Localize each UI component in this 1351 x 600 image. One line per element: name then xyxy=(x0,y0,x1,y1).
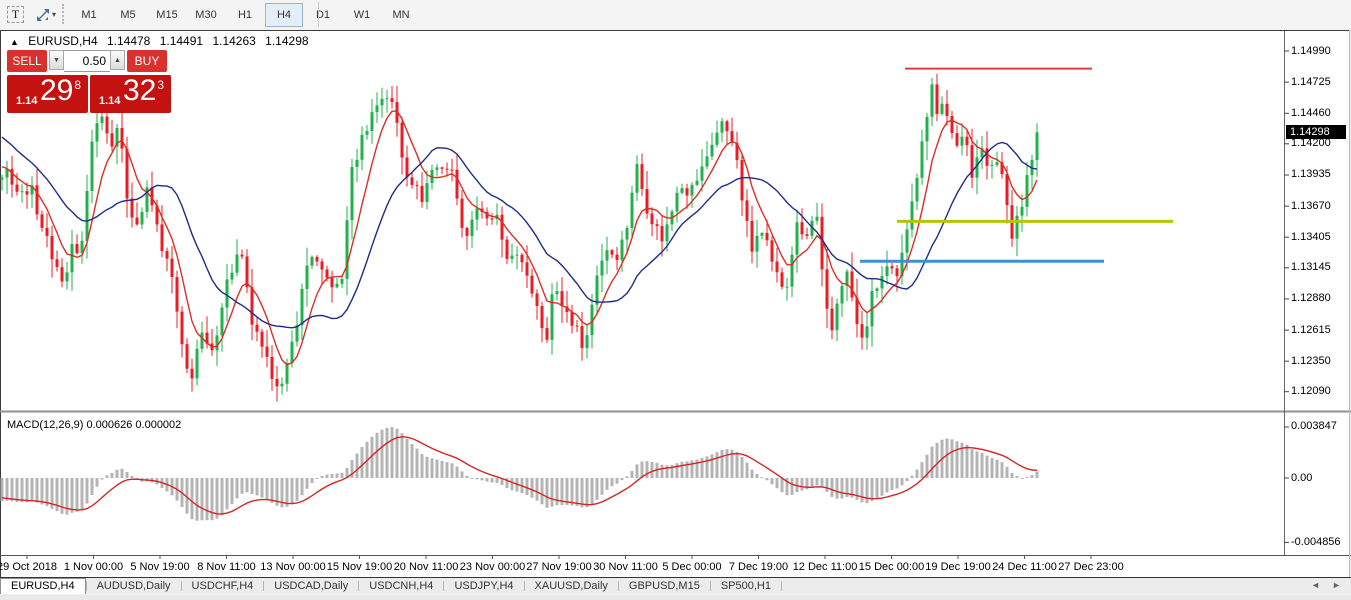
date-axis-label: 27 Dec 23:00 xyxy=(1058,561,1123,573)
chart-shift-tool-button[interactable]: ▾ xyxy=(31,4,61,25)
price-axis-label: 1.14725 xyxy=(1291,76,1331,88)
mt5-window: { "toolbar": { "text_tool_glyph": "T", "… xyxy=(0,0,1351,600)
dropdown-caret-icon: ▾ xyxy=(52,10,56,19)
date-axis-label: 5 Nov 19:00 xyxy=(130,561,189,573)
price-axis-label: 1.12615 xyxy=(1291,324,1331,336)
macd-axis-label: 0.003847 xyxy=(1291,420,1337,432)
bid-price-sup: 8 xyxy=(74,78,81,92)
volume-input[interactable] xyxy=(64,50,110,72)
current-price-tag: 1.14298 xyxy=(1286,125,1346,139)
bid-price-big: 29 xyxy=(40,74,73,108)
timeframe-m1[interactable]: M1 xyxy=(70,3,108,27)
timeframe-m5[interactable]: M5 xyxy=(109,3,147,27)
date-axis-label: 15 Nov 19:00 xyxy=(327,561,392,573)
date-axis-label: 12 Dec 11:00 xyxy=(793,561,858,573)
ohlc-open: 1.14478 xyxy=(107,34,150,48)
chart-symbol-timeframe: EURUSD,H4 xyxy=(28,34,97,48)
tab-usdcad-daily[interactable]: USDCAD,Daily xyxy=(264,578,358,594)
date-axis-label: 30 Nov 11:00 xyxy=(593,561,658,573)
timeframe-mn[interactable]: MN xyxy=(382,3,420,27)
bid-price-prefix: 1.14 xyxy=(16,95,37,107)
macd-indicator-label: MACD(12,26,9) 0.000626 0.000002 xyxy=(7,419,181,431)
price-axis-label: 1.13935 xyxy=(1291,168,1331,180)
volume-decrease-button[interactable]: ▼ xyxy=(49,50,64,70)
tab-separator xyxy=(781,581,782,591)
ask-price-prefix: 1.14 xyxy=(99,95,120,107)
diagonal-arrows-icon xyxy=(36,8,50,22)
trade-controls-row: SELL ▼ ▲ BUY xyxy=(7,50,173,72)
bid-price-panel[interactable]: 1.14 29 8 xyxy=(7,75,88,113)
macd-axis-label: 0.00 xyxy=(1291,472,1312,484)
trade-prices-row: 1.14 29 8 1.14 32 3 xyxy=(7,75,173,113)
chart-tabs: EURUSD,H4AUDUSD,DailyUSDCHF,H4USDCAD,Dai… xyxy=(0,578,782,594)
price-axis-label: 1.12090 xyxy=(1291,385,1331,397)
toolbar-grip-handle[interactable] xyxy=(62,4,68,24)
date-axis-label: 8 Nov 11:00 xyxy=(197,561,256,573)
one-click-trading-panel: SELL ▼ ▲ BUY 1.14 29 8 1.14 32 3 xyxy=(7,50,173,113)
one-click-collapse-icon[interactable]: ▲ xyxy=(10,37,19,47)
tab-scroll-right-icon[interactable]: ► xyxy=(1332,580,1341,590)
price-axis-label: 1.13405 xyxy=(1291,231,1331,243)
date-axis-label: 7 Dec 19:00 xyxy=(729,561,788,573)
timeframe-d1[interactable]: D1 xyxy=(304,3,342,27)
price-axis-label: 1.12880 xyxy=(1291,292,1331,304)
price-axis-label: 1.14460 xyxy=(1291,107,1331,119)
chart-header: ▲ EURUSD,H4 1.14478 1.14491 1.14263 1.14… xyxy=(10,34,315,48)
text-label-icon: T xyxy=(7,6,24,23)
ask-price-big: 32 xyxy=(123,74,156,108)
date-axis-label: 13 Nov 00:00 xyxy=(260,561,325,573)
buy-button[interactable]: BUY xyxy=(127,50,167,72)
macd-axis-label: -0.004856 xyxy=(1291,536,1341,548)
timeframe-m15[interactable]: M15 xyxy=(148,3,186,27)
chart-window xyxy=(0,30,1350,577)
ask-price-panel[interactable]: 1.14 32 3 xyxy=(90,75,171,113)
top-toolbar: T ▾ M1M5M15M30H1H4D1W1MN xyxy=(0,0,1351,31)
date-axis-label: 19 Dec 19:00 xyxy=(925,561,990,573)
tab-gbpusd-m15[interactable]: GBPUSD,M15 xyxy=(619,578,710,594)
price-axis-label: 1.12350 xyxy=(1291,355,1331,367)
tab-audusd-daily[interactable]: AUDUSD,Daily xyxy=(87,578,181,594)
chart-tab-bar: EURUSD,H4AUDUSD,DailyUSDCHF,H4USDCAD,Dai… xyxy=(0,578,1351,594)
date-axis-label: 20 Nov 11:00 xyxy=(394,561,459,573)
ohlc-close: 1.14298 xyxy=(265,34,308,48)
tab-usdchf-h4[interactable]: USDCHF,H4 xyxy=(182,578,264,594)
ohlc-high: 1.14491 xyxy=(160,34,203,48)
tab-usdjpy-h4[interactable]: USDJPY,H4 xyxy=(444,578,523,594)
tab-usdcnh-h4[interactable]: USDCNH,H4 xyxy=(359,578,443,594)
ask-price-sup: 3 xyxy=(157,78,164,92)
tab-sp500-h1[interactable]: SP500,H1 xyxy=(711,578,781,594)
tab-eurusd-h4[interactable]: EURUSD,H4 xyxy=(0,578,86,594)
price-axis-label: 1.13670 xyxy=(1291,200,1331,212)
timeframe-h4[interactable]: H4 xyxy=(265,3,303,27)
date-axis-label: 23 Nov 00:00 xyxy=(460,561,525,573)
date-axis-label: 15 Dec 00:00 xyxy=(859,561,924,573)
tab-xauusd-daily[interactable]: XAUUSD,Daily xyxy=(525,578,618,594)
timeframe-m30[interactable]: M30 xyxy=(187,3,225,27)
timeframe-h1[interactable]: H1 xyxy=(226,3,264,27)
tab-scroll-left-icon[interactable]: ◄ xyxy=(1311,580,1320,590)
volume-increase-button[interactable]: ▲ xyxy=(110,50,125,70)
price-axis-label: 1.14990 xyxy=(1291,45,1331,57)
date-axis-label: 27 Nov 19:00 xyxy=(526,561,591,573)
window-bottom-edge xyxy=(0,595,1351,600)
timeframe-w1[interactable]: W1 xyxy=(343,3,381,27)
timeframe-button-group: M1M5M15M30H1H4D1W1MN xyxy=(70,3,421,27)
sell-button[interactable]: SELL xyxy=(7,50,47,72)
date-axis-label: 29 Oct 2018 xyxy=(0,561,57,573)
date-axis-label: 1 Nov 00:00 xyxy=(64,561,123,573)
toolbar-separator xyxy=(318,2,319,27)
text-label-tool-button[interactable]: T xyxy=(5,4,26,25)
ohlc-low: 1.14263 xyxy=(212,34,255,48)
price-axis-label: 1.13145 xyxy=(1291,261,1331,273)
date-axis-label: 5 Dec 00:00 xyxy=(662,561,721,573)
date-axis-label: 24 Dec 11:00 xyxy=(992,561,1057,573)
